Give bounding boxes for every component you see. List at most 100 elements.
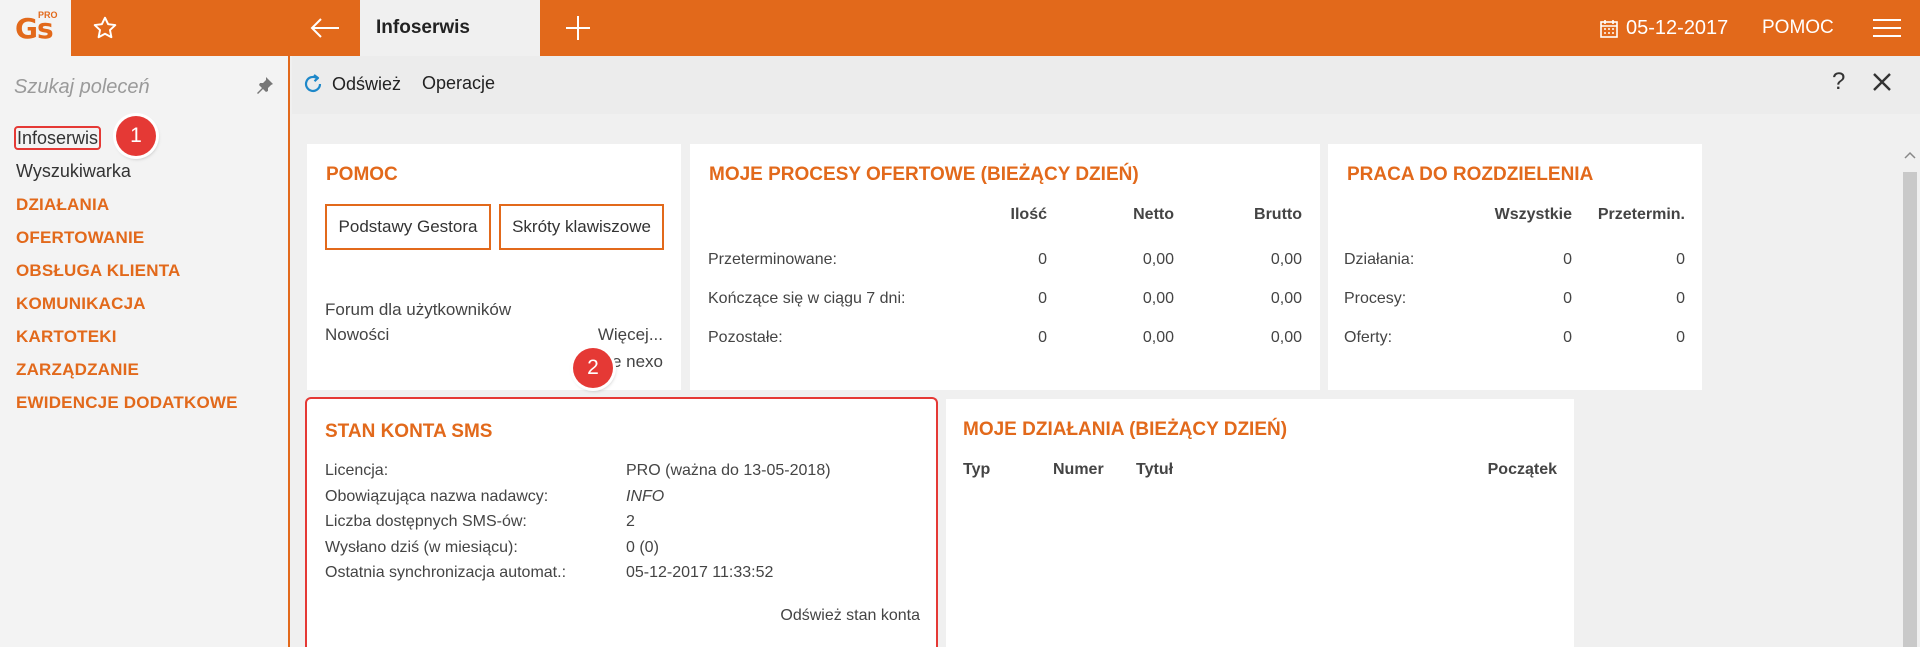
sidebar-item-label: Wyszukiwarka	[16, 161, 131, 181]
pin-icon[interactable]	[256, 76, 274, 94]
column-header: Ilość	[1010, 206, 1047, 223]
cell-value: 0,00	[1270, 251, 1302, 268]
row-label: Procesy:	[1344, 290, 1407, 307]
sidebar-item-label: ZARZĄDZANIE	[16, 360, 140, 379]
callout-badge-2: 2	[573, 348, 613, 388]
column-header: Brutto	[1254, 206, 1302, 223]
cell-value: 0	[1563, 329, 1572, 346]
sidebar-item-label: EWIDENCJE DODATKOWE	[16, 393, 238, 412]
sidebar-item-label: Infoserwis	[13, 126, 102, 150]
more-link[interactable]: Więcej...	[598, 325, 663, 345]
cell-value: 0	[1676, 290, 1685, 307]
vertical-scrollbar[interactable]	[1900, 150, 1920, 647]
row-label: Licencja:	[325, 462, 389, 479]
sidebar-item-ewidencje-dodatkowe[interactable]: EWIDENCJE DODATKOWE	[16, 386, 238, 419]
tile-title: MOJE PROCESY OFERTOWE (BIEŻĄCY DZIEŃ)	[709, 164, 1139, 185]
row-label: Ostatnia synchronizacja automat.:	[325, 564, 567, 581]
sidebar-item-label: OBSŁUGA KLIENTA	[16, 261, 181, 280]
sidebar-item-obsluga-klienta[interactable]: OBSŁUGA KLIENTA	[16, 254, 238, 287]
command-search	[0, 56, 288, 116]
row-value: 0 (0)	[626, 539, 659, 556]
sidebar-item-zarzadzanie[interactable]: ZARZĄDZANIE	[16, 353, 238, 386]
favorites-button[interactable]	[71, 0, 139, 56]
sidebar-item-komunikacja[interactable]: KOMUNIKACJA	[16, 287, 238, 320]
row-value: INFO	[626, 488, 665, 505]
column-header: Początek	[1487, 461, 1557, 478]
cell-value: 0	[1563, 251, 1572, 268]
sidebar-item-label: OFERTOWANIE	[16, 228, 145, 247]
cell-value: 0	[1676, 251, 1685, 268]
row-label: Wysłano dziś (w miesiącu):	[325, 539, 518, 556]
refresh-balance-link[interactable]: Odśwież stan konta	[780, 607, 920, 625]
cell-value: 0	[1038, 251, 1047, 268]
help-menu[interactable]: POMOC	[1762, 0, 1834, 56]
menu-button[interactable]	[1862, 0, 1912, 56]
row-value: 05-12-2017 11:33:52	[626, 564, 774, 581]
tile-moje-procesy: MOJE PROCESY OFERTOWE (BIEŻĄCY DZIEŃ) Il…	[690, 144, 1320, 390]
sidebar-item-label: KOMUNIKACJA	[16, 294, 146, 313]
row-label: Przeterminowane:	[708, 251, 837, 268]
plus-icon	[565, 16, 590, 40]
scroll-thumb[interactable]	[1903, 172, 1917, 647]
refresh-button[interactable]: Odśwież	[302, 73, 401, 95]
operations-menu[interactable]: Operacje	[422, 73, 495, 94]
nexo-link[interactable]: ie nexo	[608, 352, 663, 372]
tile-title: STAN KONTA SMS	[325, 421, 493, 442]
hamburger-icon	[1873, 19, 1901, 37]
cell-value: 0,00	[1142, 251, 1174, 268]
column-header: Numer	[1053, 461, 1104, 478]
logo-sup: PRO	[38, 10, 58, 20]
date-picker[interactable]: 05-12-2017	[1600, 0, 1728, 56]
row-label: Liczba dostępnych SMS-ów:	[325, 513, 527, 530]
cell-value: 0	[1038, 329, 1047, 346]
sidebar-item-kartoteki[interactable]: KARTOTEKI	[16, 320, 238, 353]
callout-badge-1: 1	[116, 116, 156, 156]
row-label: Kończące się w ciągu 7 dni:	[708, 290, 906, 307]
cell-value: 0,00	[1270, 290, 1302, 307]
tile-stan-konta-sms: STAN KONTA SMS Licencja: PRO (ważna do 1…	[305, 397, 938, 647]
tile-moje-dzialania: MOJE DZIAŁANIA (BIEŻĄCY DZIEŃ) Typ Numer…	[946, 399, 1574, 647]
row-value: PRO (ważna do 13-05-2018)	[626, 462, 831, 479]
column-header: Tytuł	[1136, 461, 1174, 478]
close-button[interactable]	[1872, 72, 1892, 97]
help-button[interactable]: ?	[1832, 68, 1845, 96]
tab-infoserwis[interactable]: Infoserwis	[360, 0, 540, 56]
sidebar-menu: Infoserwis Wyszukiwarka DZIAŁANIA OFERTO…	[13, 122, 238, 419]
sidebar-item-wyszukiwarka[interactable]: Wyszukiwarka	[16, 155, 238, 188]
tile-title: POMOC	[326, 164, 398, 185]
cell-value: 0	[1676, 329, 1685, 346]
cell-value: 0	[1038, 290, 1047, 307]
sidebar-item-ofertowanie[interactable]: OFERTOWANIE	[16, 221, 238, 254]
app-logo[interactable]: Gs PRO	[0, 0, 71, 56]
row-label: Pozostałe:	[708, 329, 783, 346]
cell-value: 0,00	[1142, 329, 1174, 346]
row-label: Obowiązująca nazwa nadawcy:	[325, 488, 549, 505]
sidebar-item-dzialania[interactable]: DZIAŁANIA	[16, 188, 238, 221]
column-header: Przetermin.	[1597, 206, 1685, 223]
top-bar: Gs PRO Infoserwis 05-12-2017 POMOC	[0, 0, 1920, 56]
news-link[interactable]: Nowości	[325, 325, 389, 345]
back-button[interactable]	[300, 0, 350, 56]
chevron-up-icon[interactable]	[1904, 150, 1916, 160]
basics-button[interactable]: Podstawy Gestora	[325, 204, 491, 250]
sidebar-item-label: KARTOTEKI	[16, 327, 117, 346]
tile-praca-do-rozdzielenia: PRACA DO ROZDZIELENIA Wszystkie Przeterm…	[1328, 144, 1702, 390]
cell-value: 0,00	[1270, 329, 1302, 346]
close-icon	[1873, 73, 1891, 91]
new-tab-button[interactable]	[555, 0, 600, 56]
refresh-icon	[304, 74, 322, 93]
tile-title: MOJE DZIAŁANIA (BIEŻĄCY DZIEŃ)	[963, 419, 1288, 440]
arrow-left-icon	[310, 18, 339, 38]
shortcuts-button[interactable]: Skróty klawiszowe	[499, 204, 664, 250]
row-value: 2	[626, 513, 635, 530]
refresh-label: Odśwież	[332, 73, 402, 94]
cell-value: 0,00	[1142, 290, 1174, 307]
sidebar-item-label: DZIAŁANIA	[16, 195, 110, 214]
current-date: 05-12-2017	[1626, 16, 1729, 39]
tile-title: PRACA DO ROZDZIELENIA	[1347, 164, 1594, 185]
forum-link[interactable]: Forum dla użytkowników	[325, 300, 511, 320]
search-input[interactable]	[14, 73, 244, 101]
cell-value: 0	[1563, 290, 1572, 307]
column-header: Netto	[1133, 206, 1174, 223]
row-label: Oferty:	[1344, 329, 1393, 346]
